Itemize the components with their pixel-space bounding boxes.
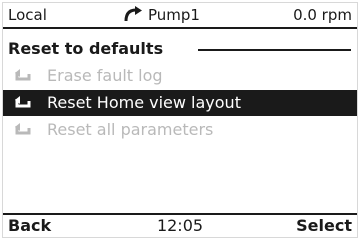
drive-name: Pump1 xyxy=(148,6,200,24)
speed-readout: 0.0 rpm xyxy=(293,6,352,24)
menu-list: Erase fault log Reset Home view layout R… xyxy=(3,63,357,144)
softkey-bar: Back 12:05 Select xyxy=(3,213,357,237)
clockwise-arrow-icon xyxy=(124,6,142,22)
control-panel-screen: Local Pump1 0.0 rpm Reset to defaults Er… xyxy=(3,3,357,237)
drive-indicator: Pump1 xyxy=(123,3,200,27)
menu-item-reset-home-view-layout[interactable]: Reset Home view layout xyxy=(3,90,357,116)
menu-header: Reset to defaults xyxy=(3,37,357,61)
menu-item-label: Erase fault log xyxy=(47,66,163,85)
reset-arrow-icon xyxy=(15,69,31,81)
menu-item-label: Reset all parameters xyxy=(47,120,214,139)
reset-arrow-icon xyxy=(15,96,31,108)
page-title: Reset to defaults xyxy=(8,39,164,58)
menu-item-reset-all-parameters[interactable]: Reset all parameters xyxy=(3,117,357,143)
reset-arrow-icon xyxy=(15,123,31,135)
menu-item-erase-fault-log[interactable]: Erase fault log xyxy=(3,63,357,89)
title-divider xyxy=(198,49,351,51)
control-mode: Local xyxy=(8,6,47,24)
select-button[interactable]: Select xyxy=(296,215,352,237)
status-bar: Local Pump1 0.0 rpm xyxy=(3,3,357,29)
menu-item-label: Reset Home view layout xyxy=(47,93,241,112)
